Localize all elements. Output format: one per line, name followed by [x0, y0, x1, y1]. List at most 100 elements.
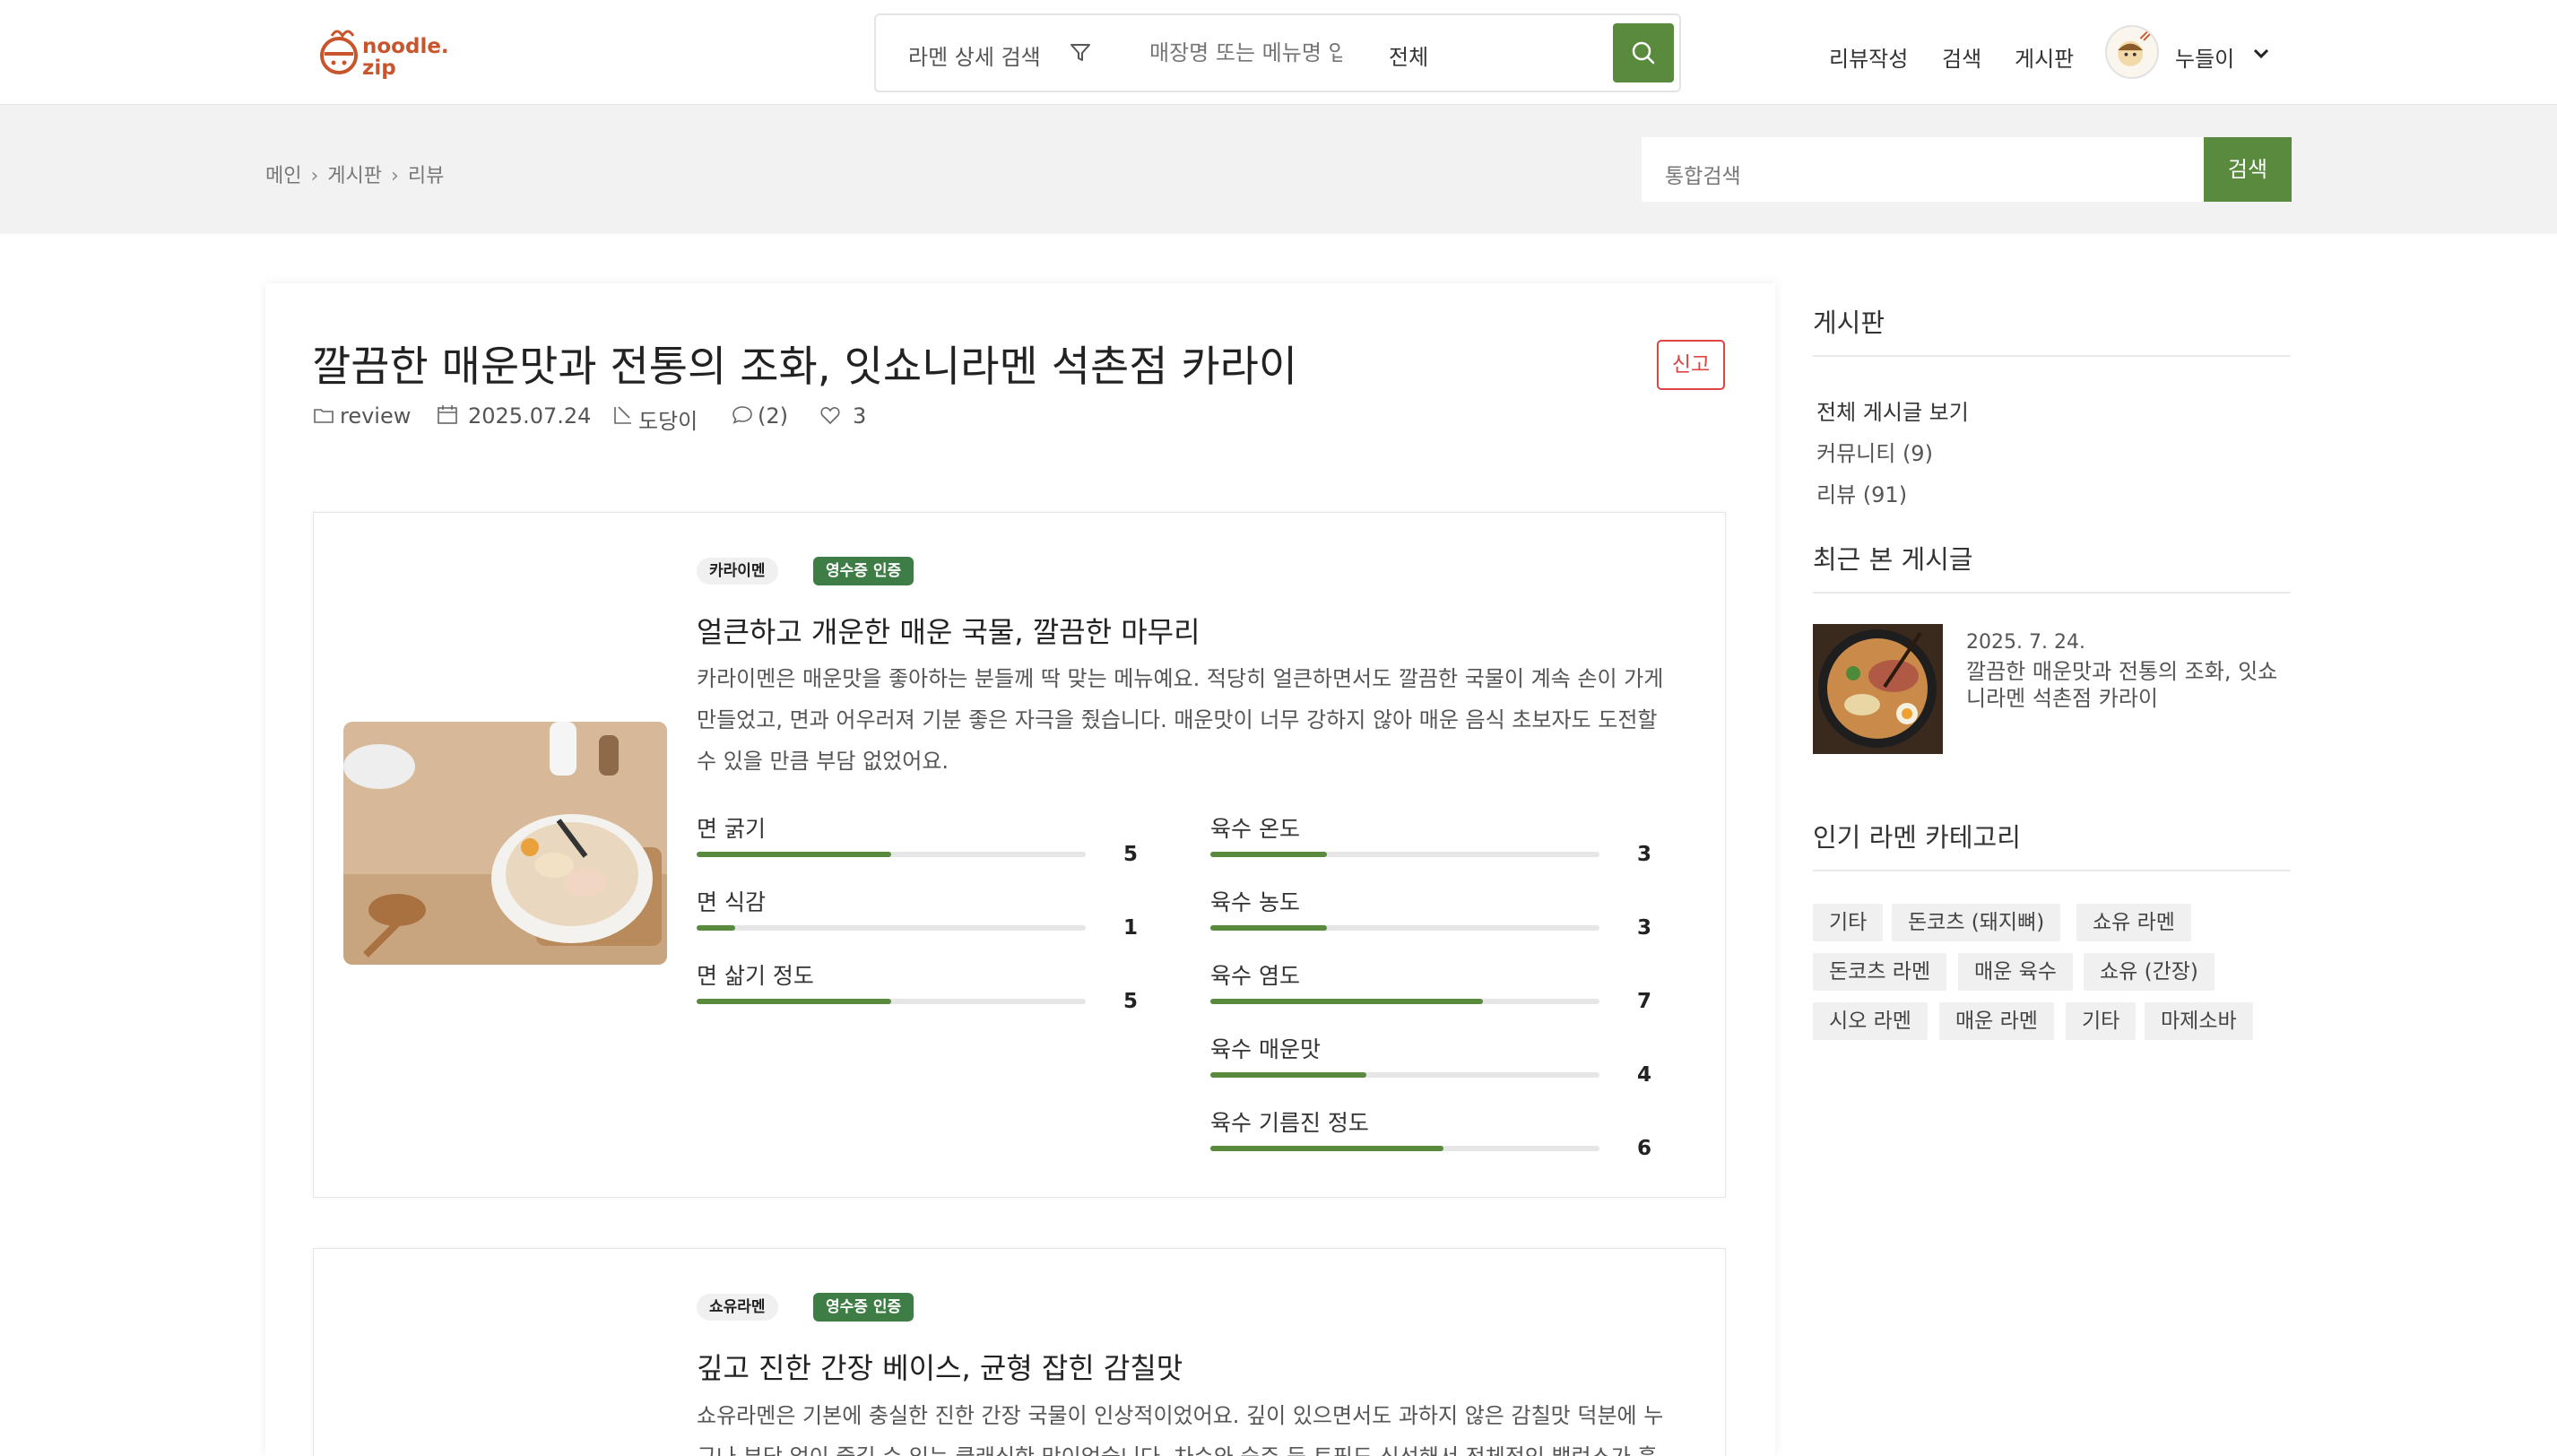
comment-icon: [732, 406, 752, 424]
score-value: 4: [1637, 1063, 1652, 1087]
score-label: 면 식감: [697, 889, 766, 915]
score-value: 1: [1123, 916, 1139, 940]
sidebar-recent-heading: 최근 본 게시글: [1813, 544, 1973, 575]
score-value: 5: [1123, 843, 1139, 866]
score-label: 육수 기름진 정도: [1210, 1110, 1369, 1136]
category-chip[interactable]: 쇼유 라멘: [2076, 904, 2191, 941]
sidebar-item-community[interactable]: 커뮤니티 (9): [1816, 436, 1933, 467]
search-icon: [1632, 41, 1655, 65]
menu-tag[interactable]: 쇼유라멘: [697, 1294, 778, 1321]
score-bar: [1210, 925, 1599, 931]
chevron-right-icon: ›: [391, 165, 399, 187]
global-search-button[interactable]: 검색: [2204, 137, 2292, 202]
sidebar-item-review[interactable]: 리뷰 (91): [1816, 477, 1907, 508]
review-body: 쇼유라멘은 기본에 충실한 진한 간장 국물이 인상적이었어요. 깊이 있으면서…: [697, 1403, 1664, 1456]
receipt-verified-badge: 영수증 인증: [813, 1293, 914, 1322]
score-bar: [697, 999, 1086, 1004]
category-chip[interactable]: 기타: [1813, 904, 1884, 941]
report-button[interactable]: 신고: [1657, 340, 1725, 390]
category-chip[interactable]: 쇼유 (간장): [2084, 953, 2215, 991]
divider: [1813, 355, 2291, 357]
search-scope-select[interactable]: 전체: [1389, 39, 1428, 71]
divider: [1813, 870, 2291, 871]
score-label: 육수 온도: [1210, 816, 1300, 842]
post-like-count: 3: [853, 403, 867, 429]
score-label: 면 삶기 정도: [697, 963, 814, 989]
score-bar-fill: [1210, 999, 1483, 1004]
category-chip[interactable]: 기타: [2066, 1002, 2137, 1040]
score-value: 3: [1637, 916, 1652, 940]
breadcrumb: 메인 › 게시판 › 리뷰: [265, 160, 444, 188]
nav-board[interactable]: 게시판: [2015, 41, 2074, 73]
user-name[interactable]: 누들이: [2175, 41, 2234, 73]
top-header: noodle. zip 라멘 상세 검색 전체 리뷰작성 검색 게시판 누들이: [0, 0, 2557, 105]
karai-ramen-image: [343, 722, 667, 965]
avatar-face-icon: [2118, 30, 2152, 66]
recent-post-thumbnail[interactable]: [1813, 624, 1943, 754]
category-chip[interactable]: 시오 라멘: [1813, 1002, 1928, 1040]
edit-icon: [614, 406, 631, 424]
logo-line-1: noodle.: [362, 35, 449, 58]
score-value: 5: [1123, 990, 1139, 1013]
review-body: 카라이멘은 매운맛을 좋아하는 분들께 딱 맞는 메뉴예요. 적당히 얼큰하면서…: [697, 666, 1664, 774]
global-search-placeholder: 통합검색: [1665, 165, 1741, 188]
filter-icon[interactable]: [1068, 40, 1093, 65]
sidebar-item-all-posts[interactable]: 전체 게시글 보기: [1816, 394, 1969, 426]
user-avatar[interactable]: [2105, 25, 2159, 79]
category-chip[interactable]: 돈코츠 (돼지뼈): [1892, 904, 2061, 941]
post-date: 2025.07.24: [468, 403, 592, 429]
score-bar: [1210, 1072, 1599, 1078]
score-bar-fill: [1210, 925, 1327, 931]
score-value: 7: [1637, 990, 1652, 1013]
ramen-photo[interactable]: [343, 722, 667, 965]
score-bar: [697, 925, 1086, 931]
breadcrumb-board[interactable]: 게시판: [327, 160, 382, 188]
header-search-box: 라멘 상세 검색 전체: [874, 13, 1681, 92]
logo-wordmark[interactable]: noodle. zip: [362, 36, 449, 79]
score-label: 면 굵기: [697, 816, 766, 842]
score-label: 육수 매운맛: [1210, 1036, 1321, 1062]
header-search-button[interactable]: [1613, 23, 1674, 82]
score-bar-fill: [697, 999, 891, 1004]
score-value: 3: [1637, 843, 1652, 866]
divider: [1813, 592, 2291, 594]
recent-post-title[interactable]: 깔끔한 매운맛과 전통의 조화, 잇쇼니라멘 석촌점 카라이: [1966, 658, 2289, 712]
logo-line-2: zip: [362, 56, 396, 80]
heart-icon[interactable]: [819, 403, 842, 427]
post-category[interactable]: review: [340, 403, 411, 429]
sidebar-board-heading: 게시판: [1813, 308, 1885, 338]
nav-write-review[interactable]: 리뷰작성: [1829, 41, 1908, 73]
score-bar-fill: [1210, 852, 1327, 857]
breadcrumb-home[interactable]: 메인: [265, 160, 301, 188]
detail-search-label[interactable]: 라멘 상세 검색: [908, 39, 1041, 71]
score-bar-fill: [697, 852, 891, 857]
post-title: 깔끔한 매운맛과 전통의 조화, 잇쇼니라멘 석촌점 카라이: [312, 342, 1298, 392]
review-title: 얼큰하고 개운한 매운 국물, 깔끔한 마무리: [697, 615, 1200, 649]
score-label: 육수 농도: [1210, 889, 1300, 915]
category-chip[interactable]: 매운 육수: [1958, 953, 2073, 991]
score-bar: [1210, 852, 1599, 857]
nav-search[interactable]: 검색: [1942, 41, 1981, 73]
category-chip[interactable]: 매운 라멘: [1939, 1002, 2054, 1040]
score-label: 육수 염도: [1210, 963, 1300, 989]
category-chip[interactable]: 돈코츠 라멘: [1813, 953, 1947, 991]
receipt-verified-badge: 영수증 인증: [813, 557, 914, 585]
post-author[interactable]: 도당이: [638, 403, 698, 435]
chevron-right-icon: ›: [310, 165, 319, 187]
score-bar: [697, 852, 1086, 857]
breadcrumb-review[interactable]: 리뷰: [408, 160, 444, 188]
category-chip[interactable]: 마제소바: [2145, 1002, 2253, 1040]
chevron-down-icon[interactable]: [2251, 47, 2271, 61]
score-bar-fill: [697, 925, 735, 931]
menu-tag[interactable]: 카라이멘: [697, 558, 778, 585]
sidebar-popular-heading: 인기 라멘 카테고리: [1813, 822, 2021, 853]
score-bar: [1210, 1146, 1599, 1151]
folder-icon: [314, 409, 334, 423]
score-bar-fill: [1210, 1146, 1443, 1151]
calendar-icon: [438, 405, 457, 424]
review-title: 깊고 진한 간장 베이스, 균형 잡힌 감칠맛: [697, 1351, 1183, 1385]
store-menu-search-input[interactable]: [1149, 33, 1342, 73]
recent-post-date: 2025. 7. 24.: [1966, 631, 2085, 654]
score-bar-fill: [1210, 1072, 1366, 1078]
post-comment-count[interactable]: (2): [758, 403, 788, 429]
